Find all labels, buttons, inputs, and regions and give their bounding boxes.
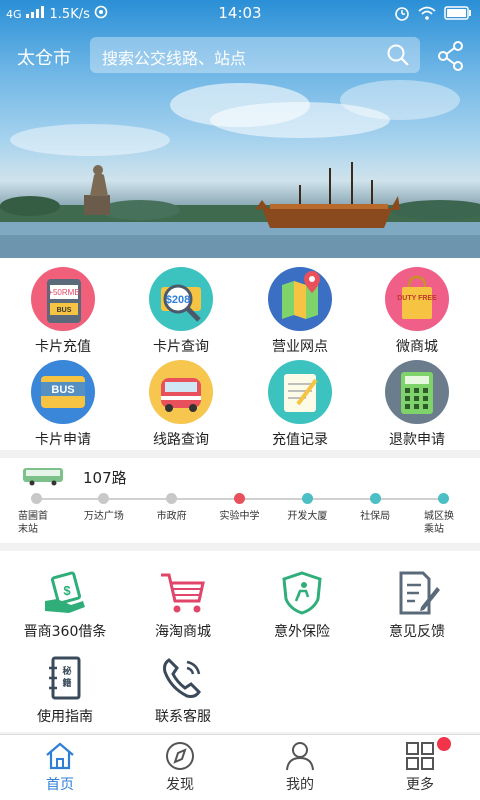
customer-service-label: 联系客服	[155, 709, 211, 725]
search-icon[interactable]	[386, 43, 410, 71]
card-function-grid: +50RMB BUS 卡片充值 $208 卡片查询 营业网点 DUTY FREE…	[0, 258, 480, 450]
nav-home[interactable]: 首页	[0, 741, 120, 794]
city-selector[interactable]: 太仓市	[17, 44, 71, 70]
home-icon	[0, 741, 120, 771]
feedback-label: 意见反馈	[389, 624, 445, 640]
route-query-label: 线路查询	[153, 432, 209, 448]
nav-more-label: 更多	[406, 777, 434, 793]
money-hand-icon: $	[5, 571, 125, 615]
route-name: 107路	[83, 469, 127, 487]
outlet-item[interactable]: 营业网点	[240, 267, 360, 356]
topup-record-item[interactable]: 充值记录	[240, 360, 360, 449]
insurance-shield-icon	[242, 571, 362, 615]
top-bar: 太仓市 搜索公交线路、站点	[0, 36, 480, 76]
grid-icon	[360, 741, 480, 771]
refund-item[interactable]: 退款申请	[357, 360, 477, 449]
card-apply-label: 卡片申请	[35, 432, 91, 448]
route-stop-label: 城区换乘站	[424, 511, 454, 535]
route-progress-card[interactable]: 107路 苗圃首末站 万达广场 市政府 实验中学 开发大厦 社保局 城区换乘站	[0, 458, 480, 543]
map-outlet-icon	[268, 267, 332, 331]
notification-badge	[437, 737, 451, 751]
bus-route-icon	[149, 360, 213, 424]
svg-text:$: $	[63, 583, 71, 598]
bus-icon	[22, 466, 66, 490]
nav-more[interactable]: 更多	[360, 741, 480, 794]
refund-label: 退款申请	[389, 432, 445, 448]
topup-record-label: 充值记录	[272, 432, 328, 448]
mall-label: 微商城	[396, 339, 438, 355]
topup-bus-text: BUS	[57, 307, 72, 314]
card-query-item[interactable]: $208 卡片查询	[121, 267, 241, 356]
shopping-bag-icon: DUTY FREE	[385, 267, 449, 331]
insurance-label: 意外保险	[274, 624, 330, 640]
outlet-label: 营业网点	[272, 339, 328, 355]
nav-mine[interactable]: 我的	[240, 741, 360, 794]
wifi-icon	[418, 6, 436, 24]
card-apply-item[interactable]: BUS 卡片申请	[3, 360, 123, 449]
insurance-item[interactable]: 意外保险	[242, 571, 362, 641]
nav-discover[interactable]: 发现	[120, 741, 240, 794]
route-stop-dot[interactable]	[98, 493, 110, 504]
header-banner: 4G 1.5K/s 14:03 太仓市 搜索公交线路、站点	[0, 0, 480, 258]
bottom-navigation: 首页 发现 我的 更多	[0, 734, 480, 800]
route-stop-label: 实验中学	[219, 511, 260, 522]
route-stop-label: 市政府	[156, 511, 187, 522]
nav-mine-label: 我的	[286, 777, 314, 793]
share-icon[interactable]	[437, 41, 465, 75]
topup-amount-text: +50RMB	[48, 288, 79, 297]
route-stop-label: 苗圃首末站	[18, 511, 48, 535]
battery-icon	[444, 6, 472, 24]
feedback-document-icon	[357, 571, 477, 615]
route-stop-dot[interactable]	[369, 493, 381, 504]
loan-service-label: 晋商360借条	[23, 624, 107, 640]
card-balance-text: $208	[166, 294, 190, 306]
phone-icon	[123, 656, 243, 700]
search-input[interactable]: 搜索公交线路、站点	[90, 37, 420, 73]
services-grid: $ 晋商360借条 海淘商城 意外保险 意见反馈 秘籍 使用指南 联系客服	[0, 551, 480, 732]
route-stop-dot[interactable]	[437, 493, 449, 504]
guide-book-icon: 秘籍	[5, 656, 125, 700]
route-stop-label: 万达广场	[83, 511, 124, 522]
route-stop-dot[interactable]	[30, 493, 42, 504]
feedback-item[interactable]: 意见反馈	[357, 571, 477, 641]
guide-label: 使用指南	[37, 709, 93, 725]
guide-item[interactable]: 秘籍 使用指南	[5, 656, 125, 726]
overseas-mall-label: 海淘商城	[155, 624, 211, 640]
compass-icon	[120, 741, 240, 771]
loan-service-item[interactable]: $ 晋商360借条	[5, 571, 125, 641]
nav-discover-label: 发现	[166, 777, 194, 793]
overseas-mall-item[interactable]: 海淘商城	[123, 571, 243, 641]
mall-item[interactable]: DUTY FREE 微商城	[357, 267, 477, 356]
customer-service-item[interactable]: 联系客服	[123, 656, 243, 726]
route-stop-label: 开发大厦	[287, 511, 328, 522]
duty-free-text: DUTY FREE	[397, 295, 437, 302]
card-topup-icon: +50RMB BUS	[31, 267, 95, 331]
user-icon	[240, 741, 360, 771]
card-topup-label: 卡片充值	[35, 339, 91, 355]
card-topup-item[interactable]: +50RMB BUS 卡片充值	[3, 267, 123, 356]
svg-text:秘: 秘	[62, 665, 71, 677]
alarm-icon	[394, 5, 410, 25]
route-stop-label: 社保局	[360, 511, 391, 522]
search-placeholder: 搜索公交线路、站点	[102, 49, 247, 68]
notebook-icon	[268, 360, 332, 424]
calculator-icon	[385, 360, 449, 424]
route-query-item[interactable]: 线路查询	[121, 360, 241, 449]
card-query-icon: $208	[149, 267, 213, 331]
route-stop-dot[interactable]	[166, 493, 178, 504]
status-bar: 4G 1.5K/s 14:03	[0, 0, 480, 26]
route-stop-dot[interactable]	[234, 493, 245, 504]
card-query-label: 卡片查询	[153, 339, 209, 355]
bus-card-text: BUS	[51, 384, 74, 396]
shopping-cart-icon	[123, 571, 243, 615]
bus-card-icon: BUS	[31, 360, 95, 424]
svg-text:籍: 籍	[61, 677, 71, 689]
route-stop-dot[interactable]	[301, 493, 313, 504]
nav-home-label: 首页	[46, 777, 74, 793]
